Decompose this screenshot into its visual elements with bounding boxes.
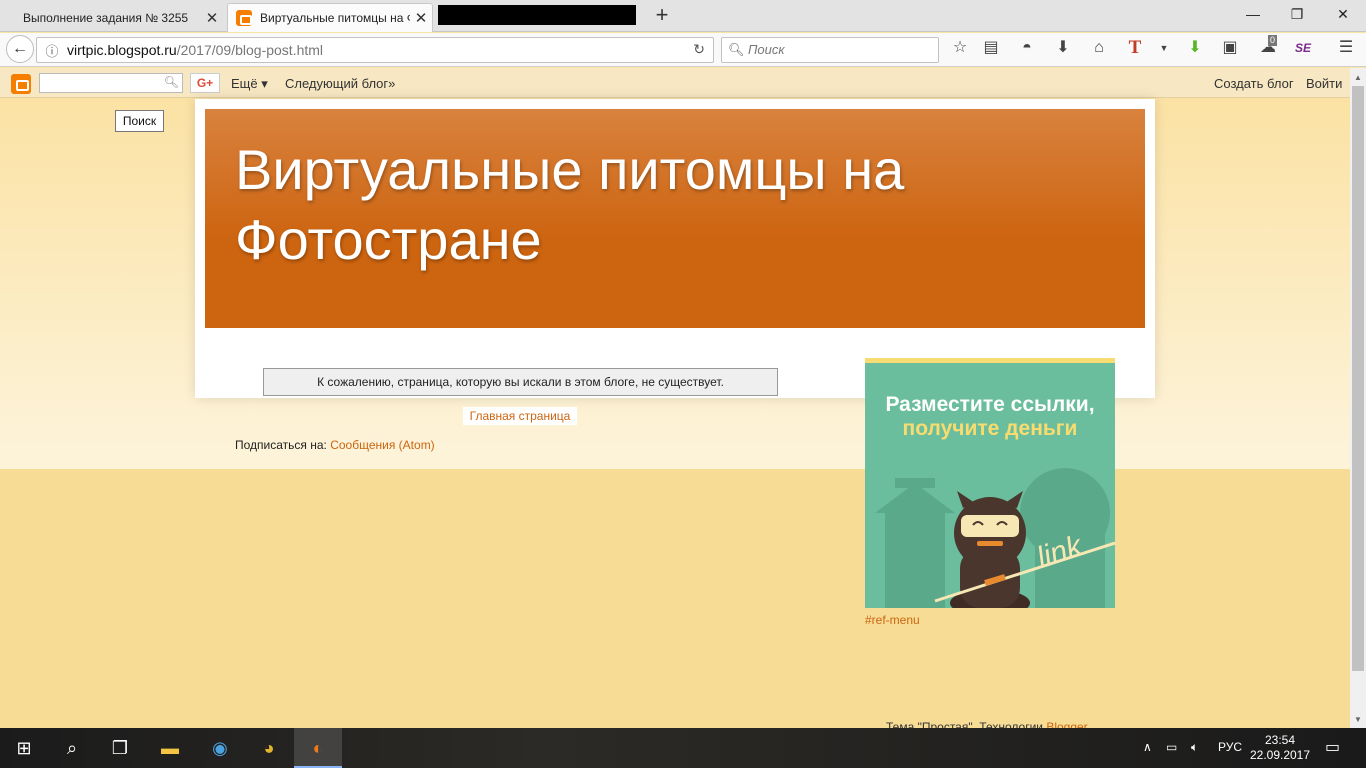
network-icon[interactable]: ▭: [1166, 740, 1177, 754]
file-explorer-icon[interactable]: ▬: [146, 728, 194, 768]
ninja-illustration: link: [875, 468, 1115, 608]
home-page-link[interactable]: Главная страница: [463, 407, 577, 425]
blogger-logo-icon[interactable]: [11, 74, 31, 94]
windows-start-icon[interactable]: ⊞: [0, 728, 48, 768]
content-panel: Виртуальные питомцы на Фотостране: [195, 99, 1155, 398]
search-icon[interactable]: 🔍︎: [164, 75, 179, 89]
tab-title: Виртуальные питомцы на Ф: [260, 11, 410, 25]
close-tab-icon[interactable]: ✕: [201, 9, 223, 27]
home-icon[interactable]: ⌂: [1089, 38, 1109, 58]
addon-box-icon[interactable]: ▣: [1220, 38, 1240, 58]
search-icon[interactable]: ⌕: [48, 728, 96, 768]
info-icon[interactable]: ⓘ: [41, 41, 63, 60]
subscribe-label: Подписаться на:: [235, 438, 327, 452]
volume-icon[interactable]: 🔈︎: [1191, 740, 1198, 755]
notifications-icon[interactable]: 0 ☁: [1258, 35, 1278, 58]
reload-icon[interactable]: ↻: [693, 41, 705, 58]
scroll-down-icon[interactable]: ▼: [1350, 712, 1366, 728]
internet-explorer-icon[interactable]: ◉: [196, 728, 244, 768]
subscribe-line: Подписаться на: Сообщения (Atom): [235, 438, 435, 452]
more-menu[interactable]: Ещё ▾: [231, 76, 268, 92]
notification-badge: 0: [1268, 35, 1278, 46]
navigation-bar: ← ⓘ virtpic.blogspot.ru/2017/09/blog-pos…: [0, 33, 1366, 67]
reading-list-icon[interactable]: ▤: [981, 38, 1001, 58]
chevron-down-icon[interactable]: ▼: [1154, 38, 1174, 58]
menu-icon[interactable]: ☰: [1336, 38, 1356, 58]
download-manager-icon[interactable]: ⬇: [1185, 38, 1205, 58]
search-icon: 🔍︎: [728, 42, 745, 57]
address-bar[interactable]: ⓘ virtpic.blogspot.ru/2017/09/blog-post.…: [36, 37, 714, 63]
scrollbar-thumb[interactable]: [1352, 86, 1364, 671]
bookmark-star-icon[interactable]: ☆: [950, 38, 970, 58]
blog-header: Виртуальные питомцы на Фотостране: [205, 109, 1145, 328]
url-host: virtpic.blogspot.ru: [67, 42, 177, 58]
scroll-up-icon[interactable]: ▲: [1350, 70, 1366, 86]
close-window-icon[interactable]: ✕: [1320, 0, 1366, 30]
task-view-icon[interactable]: ❐: [96, 728, 144, 768]
tab-title: Выполнение задания № 3255: [23, 10, 189, 25]
search-placeholder: Поиск: [748, 42, 785, 57]
close-tab-icon[interactable]: ✕: [410, 9, 432, 27]
tab-task[interactable]: Выполнение задания № 3255 ✕: [15, 3, 223, 32]
restore-icon[interactable]: ❐: [1274, 0, 1320, 30]
ref-menu-link[interactable]: #ref-menu: [865, 613, 920, 627]
taskbar: ⊞ ⌕ ❐ ▬ ◉ ◕ ◐ ∧ ▭ 🔈︎ РУС 23:54 22.09.201…: [0, 728, 1366, 768]
clock-date: 22.09.2017: [1249, 748, 1311, 762]
language-indicator[interactable]: РУС: [1218, 740, 1242, 754]
download-icon[interactable]: ⬇: [1053, 38, 1073, 58]
minimize-icon[interactable]: —: [1230, 0, 1276, 30]
status-message: К сожалению, страница, которую вы искали…: [263, 368, 778, 396]
atom-feed-link[interactable]: Сообщения (Atom): [330, 438, 434, 452]
create-blog-link[interactable]: Создать блог: [1214, 76, 1294, 91]
translate-extension-icon[interactable]: T: [1125, 38, 1145, 58]
firefox-icon[interactable]: ◐: [294, 728, 342, 768]
back-button[interactable]: ←: [6, 35, 34, 63]
tab-bar: Выполнение задания № 3255 ✕ Виртуальные …: [0, 0, 1366, 32]
seo-extension-icon[interactable]: SE: [1293, 38, 1313, 58]
login-link[interactable]: Войти: [1306, 76, 1342, 91]
ad-banner[interactable]: Разместите ссылки, получите деньги link: [865, 358, 1115, 608]
action-center-icon[interactable]: ▭: [1325, 737, 1340, 757]
pocket-icon[interactable]: ◓: [1017, 38, 1037, 58]
clock-time: 23:54: [1264, 733, 1296, 747]
url-path: /2017/09/blog-post.html: [176, 42, 324, 58]
clock[interactable]: 23:54 22.09.2017: [1248, 733, 1312, 763]
page-background-lower: [0, 469, 1350, 728]
blog-title[interactable]: Виртуальные питомцы на Фотостране: [235, 135, 1115, 275]
blogger-favicon-icon: [236, 10, 252, 26]
tab-blog[interactable]: Виртуальные питомцы на Ф ✕: [227, 3, 433, 32]
new-tab-button[interactable]: +: [650, 4, 674, 28]
blog-search-input[interactable]: 🔍︎: [39, 73, 183, 93]
chrome-icon[interactable]: ◕: [245, 728, 293, 768]
search-tooltip: Поиск: [115, 110, 164, 132]
google-plus-button[interactable]: G+: [190, 73, 220, 93]
tray-chevron-up-icon[interactable]: ∧: [1143, 740, 1152, 754]
next-blog-link[interactable]: Следующий блог»: [285, 76, 395, 91]
search-input[interactable]: 🔍︎ Поиск: [721, 37, 939, 63]
blogger-navbar: 🔍︎ G+ Ещё ▾ Следующий блог» Создать блог…: [0, 68, 1350, 98]
redacted-tab: [438, 5, 636, 25]
